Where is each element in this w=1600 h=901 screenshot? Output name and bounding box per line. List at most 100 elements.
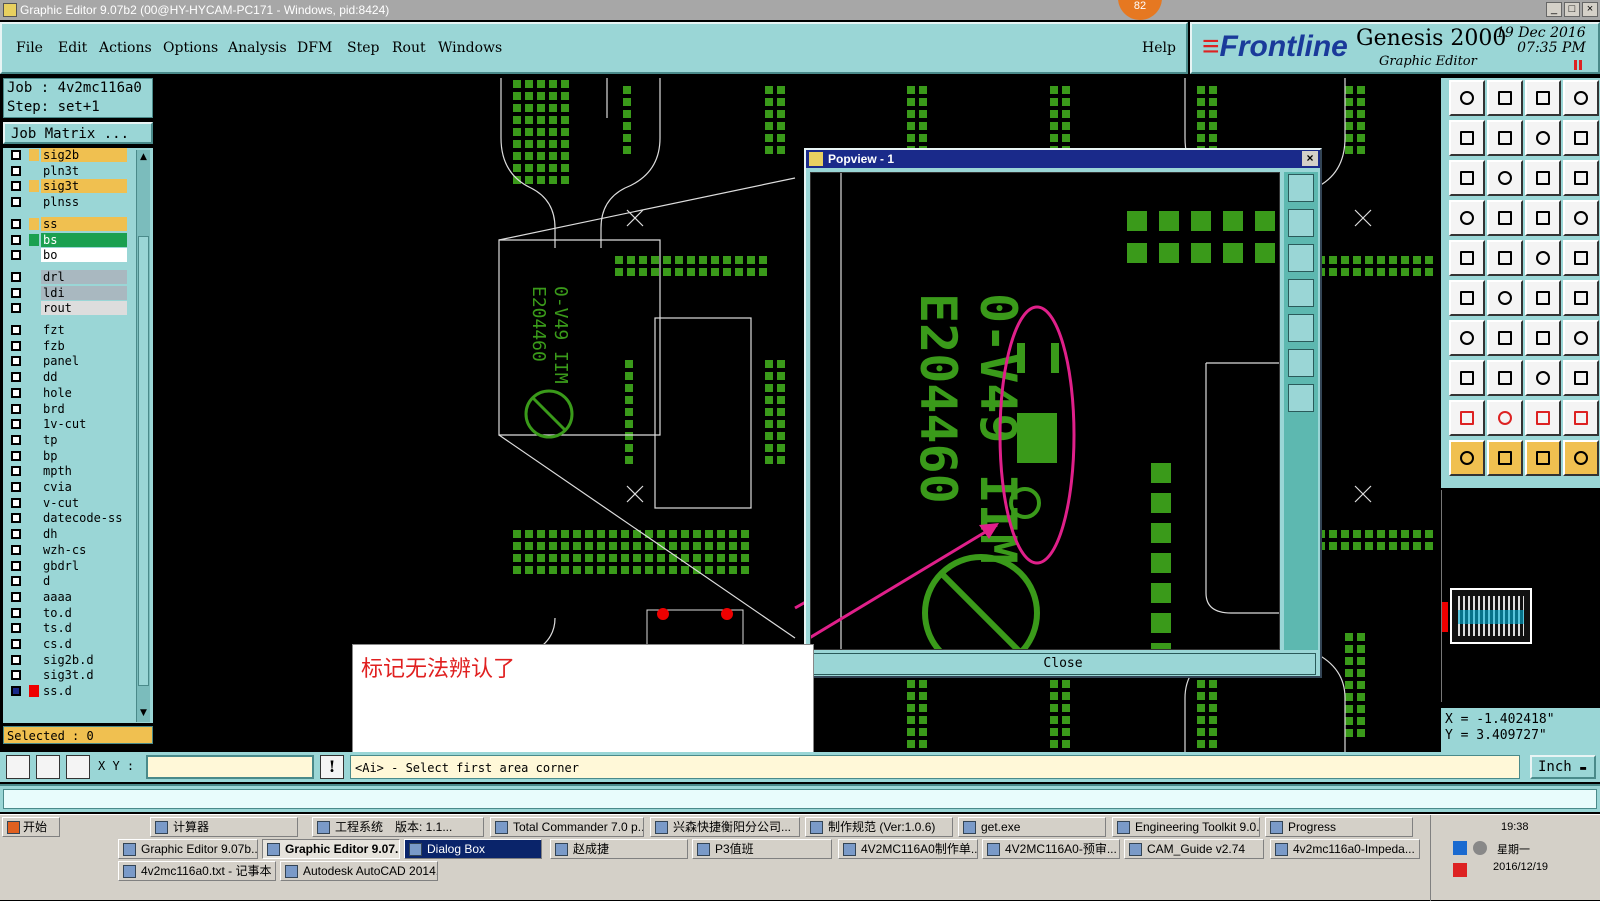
- layer-row-tp[interactable]: tp: [7, 432, 127, 447]
- layer-color-swatch[interactable]: [29, 575, 39, 587]
- unit-selector[interactable]: Inch ▬: [1530, 755, 1596, 779]
- layer-checkbox[interactable]: [11, 271, 21, 282]
- layer-row-mpth[interactable]: mpth: [7, 464, 127, 479]
- layer-checkbox[interactable]: [11, 560, 21, 571]
- taskbar-button[interactable]: 4v2mc116a0-Impeda...: [1270, 839, 1420, 859]
- layer-row-pln3t[interactable]: pln3t: [7, 163, 127, 178]
- layer-checkbox[interactable]: [11, 340, 21, 351]
- taskbar-button[interactable]: Autodesk AutoCAD 2014...: [280, 861, 438, 881]
- layer-list-scrollbar[interactable]: ▲ ▼: [136, 150, 150, 722]
- layer-color-swatch[interactable]: [29, 271, 39, 283]
- layer-color-swatch[interactable]: [29, 528, 39, 540]
- alert-icon[interactable]: !: [320, 755, 344, 779]
- pan-right-icon[interactable]: [1288, 314, 1314, 342]
- mirror-tool-icon[interactable]: [1525, 120, 1561, 156]
- layer-row-sig2b.d[interactable]: sig2b.d: [7, 652, 127, 667]
- snap-tool-icon[interactable]: [1563, 120, 1599, 156]
- menu-step[interactable]: Step: [347, 40, 379, 56]
- layer-checkbox[interactable]: [11, 466, 21, 477]
- layer-checkbox[interactable]: [11, 482, 21, 492]
- layer-checkbox[interactable]: [11, 670, 21, 681]
- wrench-tool-icon[interactable]: [1449, 200, 1485, 236]
- layer-row-bo[interactable]: bo: [7, 248, 127, 263]
- layer-row-brd[interactable]: brd: [7, 401, 127, 416]
- layer-color-swatch[interactable]: [29, 196, 39, 208]
- grid-tool-icon[interactable]: [66, 755, 90, 779]
- layer-checkbox[interactable]: [11, 287, 21, 298]
- menu-dfm[interactable]: DFM: [297, 40, 332, 56]
- center-tool-icon[interactable]: [1487, 160, 1523, 196]
- warn-a-tool-icon[interactable]: [1449, 400, 1485, 436]
- pointer-b-tool-icon[interactable]: [1487, 440, 1523, 476]
- layer-row-sig3t[interactable]: sig3t: [7, 179, 127, 194]
- layer-checkbox[interactable]: [11, 356, 21, 367]
- layer-row-bp[interactable]: bp: [7, 448, 127, 463]
- scroll-thumb[interactable]: [138, 236, 149, 686]
- layer-checkbox[interactable]: [11, 434, 21, 445]
- layer-row-panel[interactable]: panel: [7, 354, 127, 369]
- home-tool-icon[interactable]: [1525, 80, 1561, 116]
- layer-checkbox[interactable]: [11, 165, 21, 176]
- scroll-down-icon[interactable]: ▼: [138, 708, 149, 718]
- layer-color-swatch[interactable]: [29, 560, 39, 572]
- tray-app-icon[interactable]: [1453, 863, 1467, 877]
- layer-color-swatch[interactable]: [29, 340, 39, 352]
- taskbar-button[interactable]: Progress: [1265, 817, 1413, 837]
- layer-color-swatch[interactable]: [29, 465, 39, 477]
- layer-checkbox[interactable]: [11, 654, 21, 665]
- layer-color-swatch[interactable]: [29, 418, 39, 430]
- layer-checkbox[interactable]: [11, 623, 21, 634]
- move-down-tool-icon[interactable]: [1487, 80, 1523, 116]
- layer-checkbox[interactable]: [11, 544, 21, 555]
- scroll-up-icon[interactable]: ▲: [138, 152, 149, 162]
- layer-checkbox[interactable]: [11, 150, 21, 160]
- fit-view-icon[interactable]: [1288, 349, 1314, 377]
- move-right-tool-icon[interactable]: [1487, 120, 1523, 156]
- measure-tool-icon[interactable]: [36, 755, 60, 779]
- layer-row-hole[interactable]: hole: [7, 385, 127, 400]
- layer-color-swatch[interactable]: [29, 622, 39, 634]
- layer-row-fzb[interactable]: fzb: [7, 338, 127, 353]
- layer-color-swatch[interactable]: [29, 233, 39, 246]
- layer-row-v-cut[interactable]: v-cut: [7, 495, 127, 510]
- layer-color-swatch[interactable]: [29, 180, 39, 193]
- net-b-tool-icon[interactable]: [1563, 200, 1599, 236]
- layer-checkbox[interactable]: [11, 513, 21, 524]
- feature-tool-icon[interactable]: [1563, 320, 1599, 356]
- layer-color-swatch[interactable]: [29, 638, 39, 650]
- layer-checkbox[interactable]: [11, 218, 21, 229]
- layer-checkbox[interactable]: [11, 497, 21, 508]
- dash-tool-icon[interactable]: [1487, 360, 1523, 396]
- taskbar-button[interactable]: Engineering Toolkit 9.0...: [1112, 817, 1260, 837]
- move-left-tool-icon[interactable]: [1449, 120, 1485, 156]
- close-window-button[interactable]: ×: [1582, 2, 1598, 17]
- layer-color-swatch[interactable]: [29, 669, 39, 681]
- menu-file[interactable]: File: [16, 40, 43, 56]
- line-a-tool-icon[interactable]: [1525, 280, 1561, 316]
- zoom-out-icon[interactable]: [1288, 244, 1314, 272]
- layer-color-swatch[interactable]: [29, 355, 39, 367]
- slash-tool-icon[interactable]: [1487, 320, 1523, 356]
- layer-row-wzh-cs[interactable]: wzh-cs: [7, 542, 127, 557]
- taskbar-button[interactable]: 赵成捷: [550, 839, 688, 859]
- menu-actions[interactable]: Actions: [99, 40, 152, 56]
- warn-b-tool-icon[interactable]: [1487, 400, 1523, 436]
- layer-color-swatch[interactable]: [29, 302, 39, 314]
- layer-row-ss.d[interactable]: ss.d: [7, 684, 127, 699]
- pointer-d-tool-icon[interactable]: [1563, 440, 1599, 476]
- volume-icon[interactable]: [1473, 841, 1487, 855]
- layer-color-swatch[interactable]: [29, 403, 39, 415]
- zoom-in-icon[interactable]: [1288, 209, 1314, 237]
- pointer-c-tool-icon[interactable]: [1525, 440, 1561, 476]
- popview-close-icon[interactable]: ×: [1302, 151, 1318, 166]
- layer-checkbox[interactable]: [11, 607, 21, 618]
- menu-windows[interactable]: Windows: [438, 40, 502, 56]
- connect-tool-icon[interactable]: [1487, 200, 1523, 236]
- help-tool-icon[interactable]: [1563, 160, 1599, 196]
- measure-tool-icon[interactable]: [1525, 360, 1561, 396]
- layer-checkbox[interactable]: [11, 387, 21, 398]
- layer-color-swatch[interactable]: [29, 512, 39, 524]
- layer-row-d[interactable]: d: [7, 574, 127, 589]
- taskbar-button[interactable]: 制作规范 (Ver:1.0.6): [805, 817, 953, 837]
- layer-checkbox[interactable]: [11, 303, 21, 314]
